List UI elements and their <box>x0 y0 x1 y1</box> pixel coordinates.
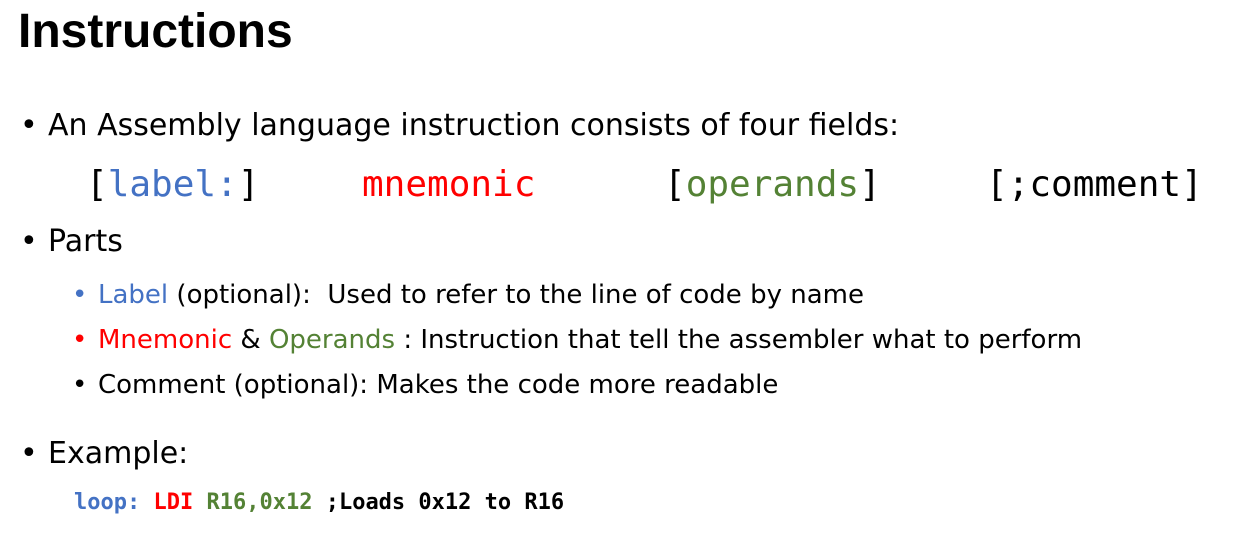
bullet-example-text: Example: <box>48 436 189 471</box>
syntax-operands-text: operands <box>685 164 860 205</box>
syntax-mnemonic: mnemonic <box>362 164 536 205</box>
label-close-bracket: ] <box>237 164 260 205</box>
part-mnemonic-word: Mnemonic <box>98 325 233 355</box>
bullet-dot: • <box>20 224 38 259</box>
part-label-desc: (optional): Used to refer to the line of… <box>168 280 864 310</box>
bullet-dot: • <box>20 436 38 471</box>
part-mnemonic: • Mnemonic & Operands : Instruction that … <box>72 322 1082 358</box>
bullet-example: • Example: <box>20 434 188 474</box>
syntax-operands: [operands] <box>664 163 881 207</box>
part-operands-word: Operands <box>268 325 396 355</box>
part-mnemonic-desc: : Instruction that tell the assembler wh… <box>395 325 1083 355</box>
operands-open-bracket: [ <box>664 164 686 205</box>
code-operands: R16,0x12 <box>206 490 313 515</box>
bullet-dot: • <box>72 280 88 310</box>
label-open-bracket: [ <box>86 164 108 205</box>
part-amp: & <box>232 325 269 355</box>
part-comment: • Comment (optional): Makes the code more… <box>72 367 778 403</box>
bullet-fields: • An Assembly language instruction consis… <box>20 106 899 146</box>
bullet-dot: • <box>20 108 38 143</box>
syntax-comment: [;comment] <box>986 164 1203 205</box>
part-label-word: Label <box>98 280 169 310</box>
bullet-parts: • Parts <box>20 222 123 262</box>
slide-title: Instructions <box>18 5 293 58</box>
code-comment: ;Loads 0x12 to R16 <box>325 490 565 515</box>
code-mnemonic: LDI <box>153 490 194 515</box>
operands-close-bracket: ] <box>859 164 881 205</box>
syntax-label-text: label: <box>107 164 238 205</box>
bullet-parts-text: Parts <box>48 224 123 259</box>
bullet-dot: • <box>72 325 88 355</box>
bullet-dot: • <box>72 370 88 400</box>
example-code-line: loop: LDI R16,0x12 ;Loads 0x12 to R16 <box>74 488 564 518</box>
bullet-fields-text: An Assembly language instruction consist… <box>48 108 900 143</box>
part-comment-text: Comment (optional): Makes the code more … <box>98 370 779 400</box>
syntax-label: [label:] <box>86 163 259 207</box>
part-label: • Label (optional): Used to refer to the … <box>72 277 864 313</box>
code-label: loop: <box>74 490 141 515</box>
